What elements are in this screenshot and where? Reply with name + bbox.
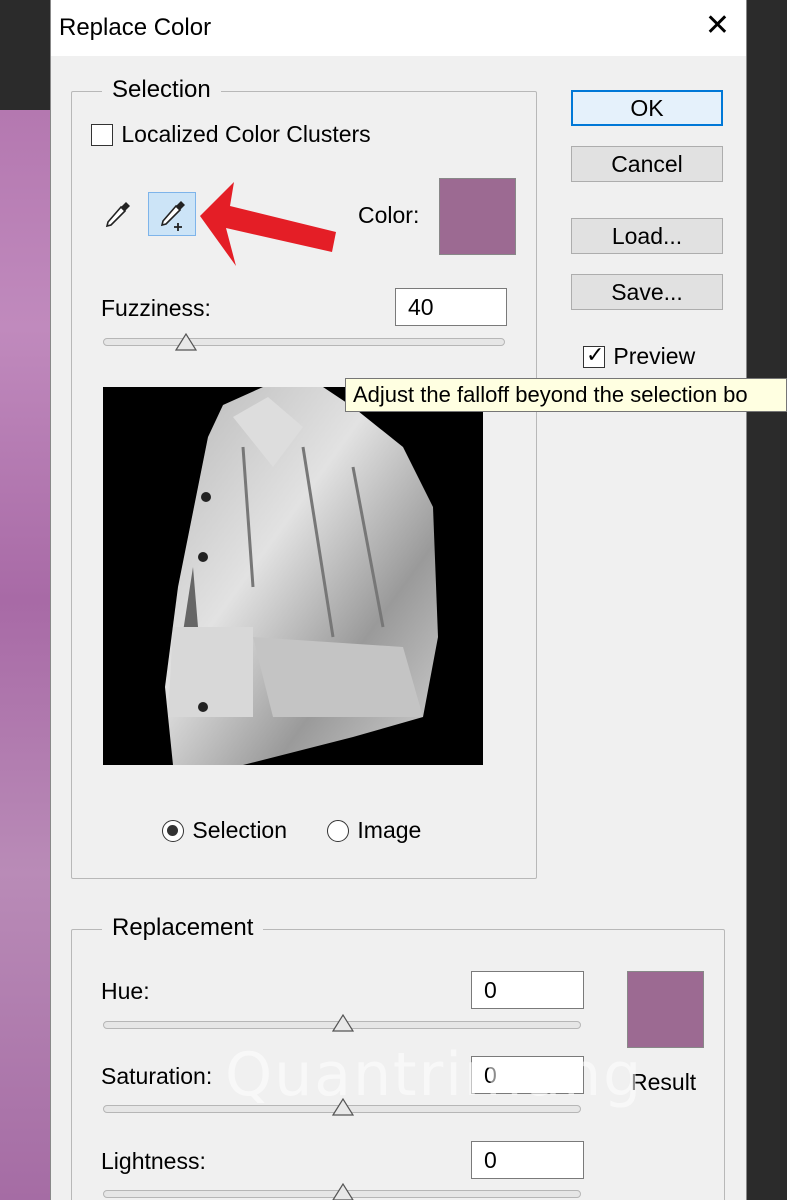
selection-preview-image	[103, 387, 483, 765]
fuzziness-slider-track[interactable]	[103, 338, 505, 346]
preview-label: Preview	[613, 343, 696, 370]
background-dark-right	[747, 0, 787, 1200]
replacement-legend: Replacement	[102, 914, 264, 942]
fuzziness-slider-thumb[interactable]	[174, 332, 198, 351]
localized-color-clusters-label: Localized Color Clusters	[121, 121, 371, 148]
color-label: Color:	[358, 202, 420, 228]
save-button[interactable]: Save...	[571, 274, 723, 310]
cancel-button[interactable]: Cancel	[571, 146, 723, 182]
background-dark	[0, 0, 50, 110]
fuzziness-input[interactable]: 40	[395, 288, 507, 326]
radio-circle[interactable]	[327, 819, 349, 842]
fuzziness-label: Fuzziness:	[101, 295, 211, 321]
result-color-swatch[interactable]	[627, 971, 704, 1048]
hue-input[interactable]: 0	[471, 971, 584, 1009]
selection-legend: Selection	[102, 76, 221, 104]
lightness-input[interactable]: 0	[471, 1141, 584, 1179]
ok-button[interactable]: OK	[571, 90, 723, 126]
saturation-label: Saturation:	[101, 1063, 213, 1089]
lightness-slider-thumb[interactable]	[332, 1182, 354, 1200]
hue-slider-thumb[interactable]	[331, 1013, 355, 1032]
radio-circle[interactable]	[162, 819, 184, 842]
preview-checkbox[interactable]: Preview	[583, 342, 695, 370]
title-bar: Replace Color ✕	[51, 0, 746, 56]
fuzziness-tooltip: Adjust the falloff beyond the selection …	[345, 378, 787, 412]
watermark-logo: Quantrimang	[225, 1040, 644, 1110]
localized-color-clusters-checkbox[interactable]: Localized Color Clusters	[91, 120, 371, 148]
selection-color-swatch[interactable]	[439, 178, 516, 255]
background-photo	[0, 110, 50, 1200]
dialog-title: Replace Color	[59, 14, 212, 41]
eyedropper-icon[interactable]	[100, 196, 136, 232]
checkbox-box[interactable]	[91, 123, 113, 146]
checkbox-box[interactable]	[583, 342, 605, 368]
red-arrow-annotation	[196, 180, 340, 272]
eyedropper-plus-icon[interactable]	[148, 192, 196, 236]
hue-label: Hue:	[101, 978, 150, 1004]
view-image-label: Image	[357, 817, 422, 844]
view-image-radio[interactable]: Image	[327, 816, 421, 844]
close-icon[interactable]: ✕	[705, 10, 730, 42]
lightness-label: Lightness:	[101, 1148, 206, 1174]
load-button[interactable]: Load...	[571, 218, 723, 254]
view-selection-radio[interactable]: Selection	[162, 816, 287, 844]
view-selection-label: Selection	[192, 817, 288, 844]
